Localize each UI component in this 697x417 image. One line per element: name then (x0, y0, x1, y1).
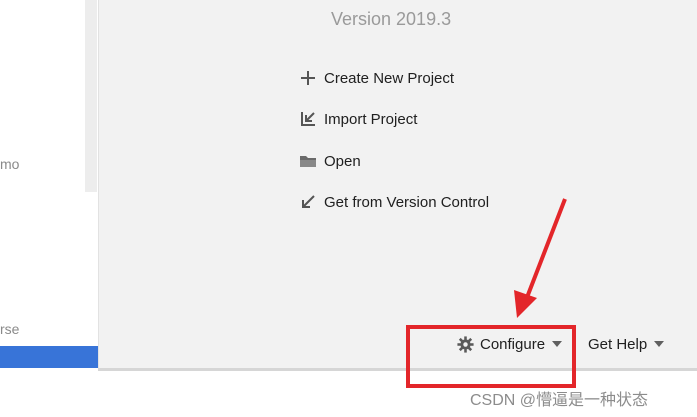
annotation-arrow (514, 198, 567, 318)
watermark-text: CSDN @懵逼是一种状态 (470, 392, 649, 409)
